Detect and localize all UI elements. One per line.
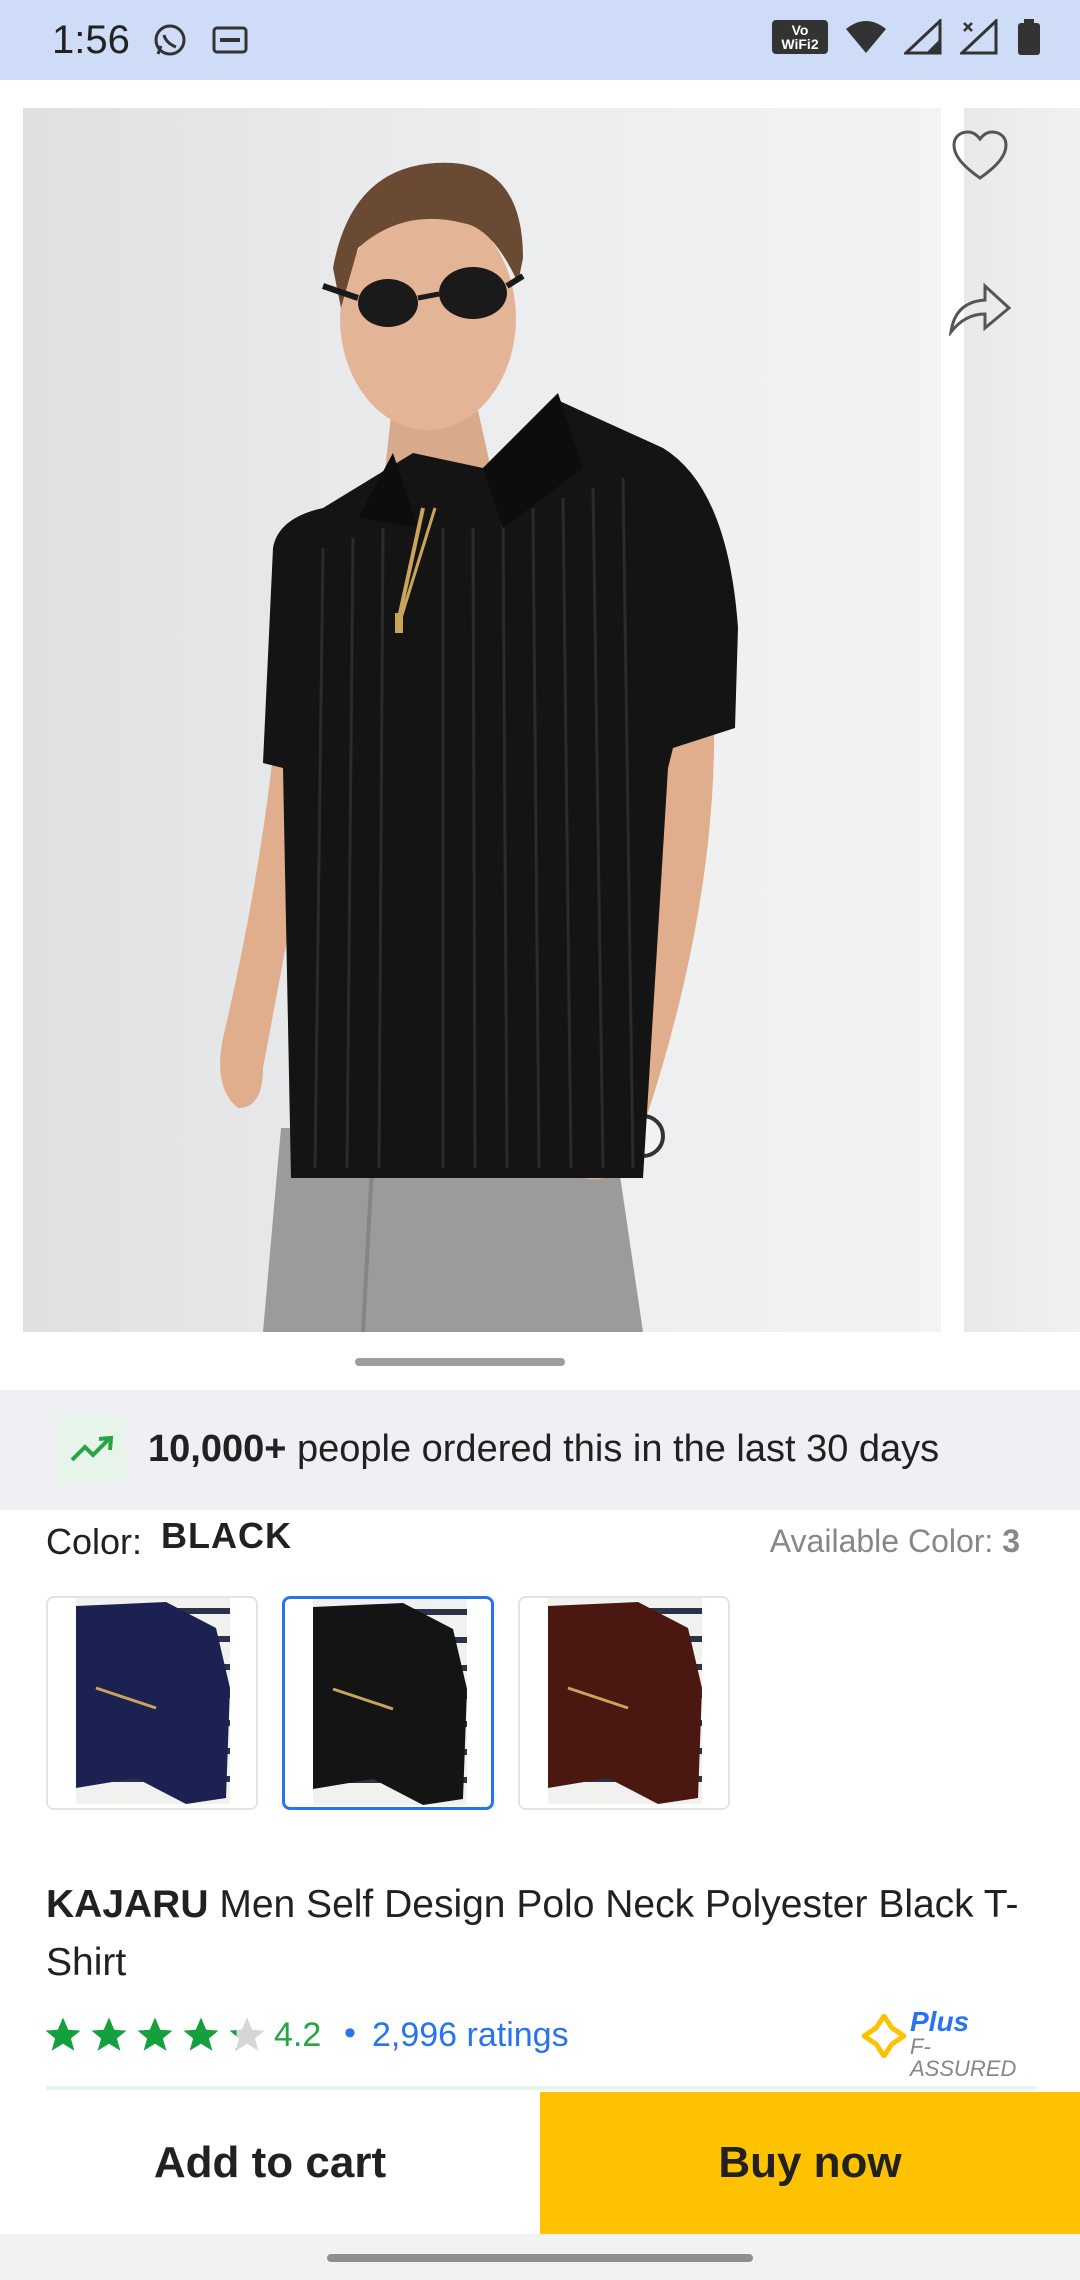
rating-row[interactable]: 4.2 • 2,996 ratings Plus F-ASSURED xyxy=(42,2008,1042,2080)
selected-color: BLACK xyxy=(161,1515,292,1556)
product-brand: KAJARU xyxy=(46,1883,209,1926)
home-gesture-handle[interactable] xyxy=(327,2254,753,2262)
plus-assured-badge: Plus F-ASSURED xyxy=(862,2008,1032,2080)
f-assured-label: F-ASSURED xyxy=(910,2034,1017,2081)
product-photo xyxy=(220,162,738,1332)
trending-message: people ordered this in the last 30 days xyxy=(286,1428,940,1470)
swatch-image xyxy=(76,1598,230,1804)
status-bar: 1:56 Vo WiFi2 xyxy=(0,0,1080,80)
battery-icon xyxy=(1018,19,1040,55)
signal-icon xyxy=(904,19,942,55)
swatch-image xyxy=(313,1599,467,1805)
swatch-black[interactable] xyxy=(282,1596,494,1810)
available-colors-label: Available Color: xyxy=(769,1523,1003,1559)
star-icon xyxy=(91,2017,127,2051)
heart-icon xyxy=(952,130,1008,180)
wifi-icon xyxy=(846,21,886,53)
add-to-cart-button[interactable]: Add to cart xyxy=(0,2092,540,2234)
star-icon xyxy=(45,2017,81,2051)
swatch-maroon[interactable] xyxy=(518,1596,730,1810)
rating-stars xyxy=(42,2014,268,2056)
swatch-navy[interactable] xyxy=(46,1596,258,1810)
product-gallery[interactable] xyxy=(0,80,1080,1390)
available-colors-count: 3 xyxy=(1002,1523,1020,1559)
section-divider xyxy=(46,2086,1036,2090)
star-half-icon xyxy=(229,2017,265,2051)
vowifi-icon: Vo WiFi2 xyxy=(772,20,828,54)
color-label: Color: xyxy=(46,1521,143,1562)
trending-up-icon xyxy=(58,1415,126,1483)
available-colors: Available Color: 3 xyxy=(770,1523,1020,1560)
swatch-image xyxy=(548,1598,702,1804)
product-main-image[interactable] xyxy=(23,108,941,1332)
trending-count: 10,000+ xyxy=(148,1428,287,1470)
color-selector-header: Color: BLACK Available Color: 3 xyxy=(46,1515,1036,1571)
status-right-icons: Vo WiFi2 xyxy=(772,18,1042,56)
rating-separator: • xyxy=(344,2014,356,2052)
vowifi-top: Vo xyxy=(791,22,809,38)
trending-banner: 10,000+ people ordered this in the last … xyxy=(0,1390,1080,1510)
wishlist-button[interactable] xyxy=(940,116,1020,196)
image-scroll-indicator xyxy=(355,1358,565,1366)
trending-text: 10,000+ people ordered this in the last … xyxy=(148,1428,939,1471)
ratings-count[interactable]: 2,996 ratings xyxy=(372,2016,569,2055)
shirt-thumbnail xyxy=(548,1602,702,1804)
star-icon xyxy=(183,2017,219,2051)
product-page: 1:56 Vo WiFi2 10,000+ people ordered thi… xyxy=(0,0,1080,2280)
shirt-thumbnail xyxy=(313,1603,467,1805)
share-button[interactable] xyxy=(940,268,1020,348)
vowifi-bottom: WiFi2 xyxy=(781,36,819,52)
signal-x-icon xyxy=(960,19,998,55)
share-icon xyxy=(948,282,1012,336)
buy-now-button[interactable]: Buy now xyxy=(540,2092,1080,2234)
plus-label: Plus xyxy=(910,2006,970,2037)
status-time: 1:56 xyxy=(52,18,130,62)
star-icon xyxy=(137,2017,173,2051)
product-title: KAJARU Men Self Design Polo Neck Polyest… xyxy=(46,1876,1046,1992)
plus-badge-icon xyxy=(862,2014,906,2058)
message-icon xyxy=(212,26,248,54)
shirt-thumbnail xyxy=(76,1602,230,1804)
rating-value: 4.2 xyxy=(274,2016,322,2054)
system-nav-bar xyxy=(0,2234,1080,2280)
plus-assured-text: Plus F-ASSURED xyxy=(910,2008,1032,2080)
bottom-action-bar: Add to cart Buy now xyxy=(0,2092,1080,2234)
whatsapp-icon xyxy=(154,24,186,56)
